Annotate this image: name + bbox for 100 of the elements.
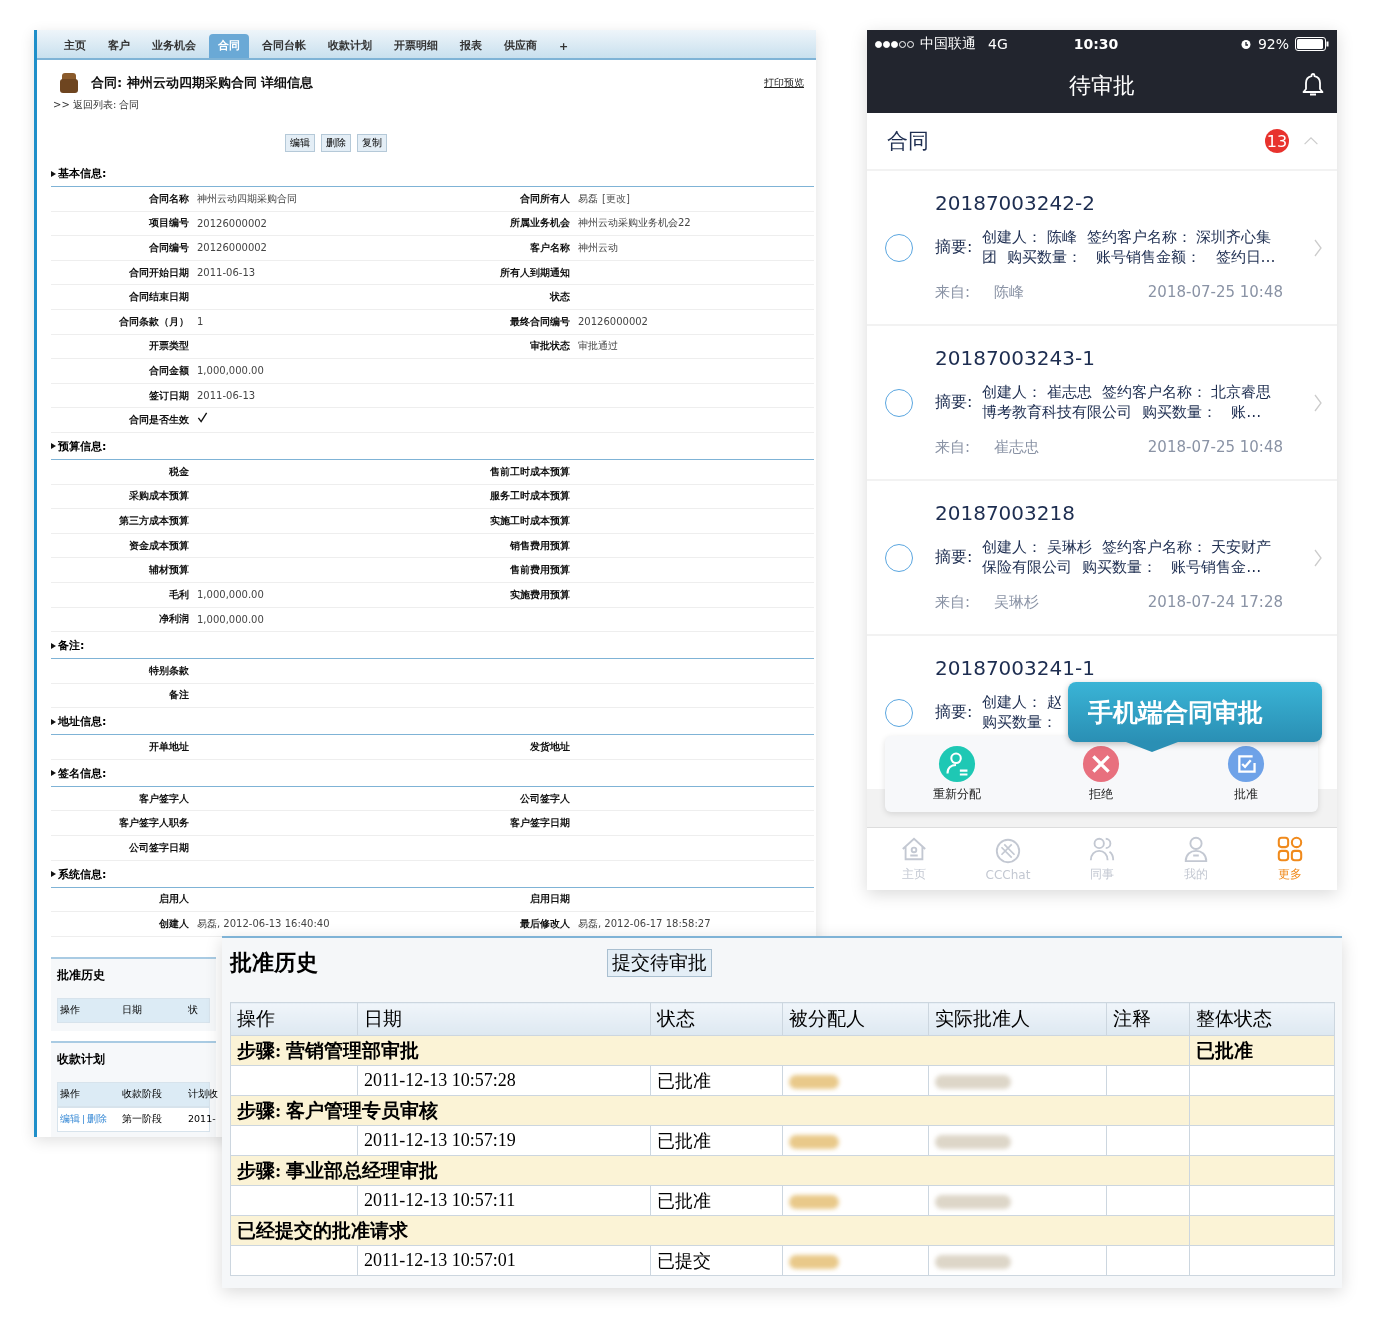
field-value: 2011-06-13 bbox=[197, 390, 256, 402]
house-icon bbox=[900, 835, 928, 863]
action-button[interactable]: 编辑 bbox=[285, 134, 315, 152]
action-button[interactable]: 删除 bbox=[321, 134, 351, 152]
chevron-right-icon[interactable] bbox=[1313, 238, 1323, 258]
field-label: 客户签字日期 bbox=[510, 817, 570, 829]
summary-line: 团 购买数量： 账号销售金额： 签约日… bbox=[982, 247, 1276, 267]
contract-number[interactable]: 20187003243-1 bbox=[935, 346, 1291, 370]
column-header: 计划收 bbox=[187, 1086, 219, 1101]
column-header: 日期 bbox=[357, 1002, 651, 1036]
table-cell-text: 第一阶段 bbox=[121, 1111, 163, 1126]
breadcrumb[interactable]: >> 返回列表: 合同 bbox=[37, 94, 816, 112]
field-value: 神州云动 bbox=[578, 241, 618, 255]
status-cell: 已提交 bbox=[657, 1250, 711, 1271]
timestamp: 2018-07-25 10:48 bbox=[1147, 438, 1283, 457]
nav-tab[interactable]: 合同台帐 bbox=[253, 34, 315, 58]
section-title: 预算信息: bbox=[58, 438, 107, 454]
field-label: 特别条款 bbox=[149, 664, 189, 676]
field-label: 合同条款（月） bbox=[119, 315, 189, 327]
chevron-right-icon[interactable] bbox=[1313, 393, 1323, 413]
triangle-icon bbox=[51, 871, 56, 878]
date-cell: 2011-12-13 10:57:28 bbox=[364, 1070, 516, 1090]
print-preview-link[interactable]: 打印预览 bbox=[764, 76, 804, 90]
step-label: 步骤: 事业部总经理审批 bbox=[237, 1159, 439, 1181]
column-header: 实际批准人 bbox=[928, 1002, 1107, 1036]
summary-line: 创建人： 赵 bbox=[982, 692, 1063, 712]
screen-title: 待审批 bbox=[1069, 71, 1135, 100]
summary-label: 摘要: bbox=[935, 546, 973, 568]
column-header: 状 bbox=[187, 1002, 199, 1017]
row-action-link[interactable]: 删除 bbox=[87, 1112, 108, 1124]
field-label: 客户签字人职务 bbox=[119, 817, 189, 829]
row-action-link[interactable]: 编辑 bbox=[60, 1112, 80, 1124]
summary-label: 摘要: bbox=[935, 236, 973, 258]
from-label: 来自: bbox=[935, 438, 971, 457]
bell-icon[interactable] bbox=[1301, 72, 1325, 98]
grid-icon bbox=[1276, 835, 1304, 863]
status-cell: 已批准 bbox=[657, 1070, 711, 1091]
nav-tab[interactable]: 开票明细 bbox=[385, 34, 447, 58]
nav-tab[interactable]: 客户 bbox=[99, 34, 139, 58]
field-label: 合同所有人 bbox=[520, 192, 570, 204]
field-label: 启用日期 bbox=[530, 893, 570, 905]
field-label: 合同是否生效 bbox=[129, 414, 189, 426]
field-label: 公司签字日期 bbox=[129, 841, 189, 853]
summary-line: 创建人： 陈峰 签约客户名称： 深圳齐心集 bbox=[982, 227, 1273, 247]
sender-name: 陈峰 bbox=[994, 283, 1025, 302]
field-label: 售前工时成本预算 bbox=[490, 465, 570, 477]
field-label: 最终合同编号 bbox=[510, 315, 570, 327]
person-icon bbox=[1182, 835, 1210, 863]
action-button[interactable]: 复制 bbox=[357, 134, 387, 152]
contract-number[interactable]: 20187003218 bbox=[935, 501, 1291, 525]
column-header: 注释 bbox=[1106, 1002, 1190, 1036]
carrier: 中国联通 bbox=[920, 35, 976, 53]
change-link[interactable]: [更改] bbox=[602, 191, 630, 206]
column-header: 操作 bbox=[59, 1002, 81, 1017]
field-label: 实施费用预算 bbox=[510, 588, 570, 600]
status-cell: 已批准 bbox=[657, 1130, 711, 1151]
submit-for-approval-button[interactable]: 提交待审批 bbox=[607, 949, 712, 977]
reassign-icon bbox=[938, 745, 977, 783]
group-title: 合同 bbox=[887, 128, 930, 155]
nav-tab[interactable]: 报表 bbox=[451, 34, 491, 58]
triangle-icon bbox=[51, 770, 56, 777]
table-cell-text: 2011- bbox=[187, 1111, 217, 1126]
chevron-right-icon[interactable] bbox=[1313, 548, 1323, 568]
nav-tab[interactable]: 供应商 bbox=[495, 34, 546, 58]
triangle-icon bbox=[51, 170, 56, 177]
timestamp: 2018-07-25 10:48 bbox=[1147, 283, 1283, 302]
approval-action[interactable]: 批准 bbox=[1200, 745, 1291, 803]
column-header: 操作 bbox=[59, 1086, 81, 1101]
approval-action[interactable]: 拒绝 bbox=[1056, 745, 1147, 803]
battery-percent: 92% bbox=[1257, 36, 1289, 52]
field-value: 神州云动四期采购合同 bbox=[197, 191, 297, 206]
field-value: 神州云动采购业务机会22 bbox=[578, 216, 691, 231]
summary-line: 创建人： 吴琳杉 签约客户名称： 天安财产 bbox=[982, 537, 1272, 557]
nav-tab[interactable]: 收款计划 bbox=[319, 34, 381, 58]
section-title: 备注: bbox=[58, 638, 85, 654]
alarm-icon bbox=[1239, 38, 1252, 50]
field-value: 易磊, 2012-06-13 16:40:40 bbox=[197, 917, 330, 932]
chat-icon bbox=[994, 836, 1022, 865]
chevron-up-icon[interactable] bbox=[1303, 136, 1319, 146]
field-label: 最后修改人 bbox=[520, 918, 570, 930]
approval-action[interactable]: 重新分配 bbox=[912, 745, 1003, 803]
summary-label: 摘要: bbox=[935, 391, 973, 413]
section-title: 系统信息: bbox=[58, 866, 107, 882]
nav-tab[interactable]: + bbox=[550, 36, 578, 58]
date-cell: 2011-12-13 10:57:11 bbox=[364, 1190, 516, 1210]
field-label: 辅材预算 bbox=[149, 564, 189, 576]
field-value: 1,000,000.00 bbox=[197, 589, 264, 601]
column-header: 操作 bbox=[230, 1002, 358, 1036]
field-label: 状态 bbox=[550, 291, 570, 303]
field-label: 资金成本预算 bbox=[129, 539, 189, 551]
field-value: 易磊 bbox=[578, 191, 598, 206]
sender-name: 吴琳杉 bbox=[994, 593, 1040, 612]
close-icon bbox=[1082, 745, 1121, 783]
contract-number[interactable]: 20187003242-2 bbox=[935, 191, 1291, 215]
contract-number[interactable]: 20187003241-1 bbox=[935, 656, 1323, 680]
column-header: 状态 bbox=[650, 1002, 783, 1036]
section-title: 地址信息: bbox=[58, 714, 107, 730]
nav-tab[interactable]: 主页 bbox=[55, 34, 95, 58]
field-label: 创建人 bbox=[159, 918, 189, 930]
nav-tab[interactable]: 业务机会 bbox=[143, 34, 205, 58]
